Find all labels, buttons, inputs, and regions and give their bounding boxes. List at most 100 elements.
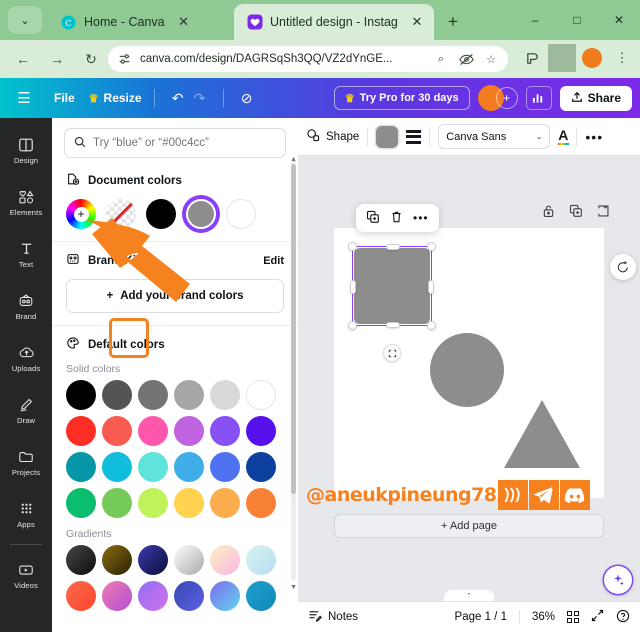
resize-handle-bottom-center[interactable] — [386, 322, 400, 328]
grid-view-icon[interactable] — [567, 611, 579, 623]
maximize-button[interactable]: □ — [556, 0, 598, 40]
gradient-color-swatch[interactable] — [174, 581, 204, 611]
browser-tab-home-canva[interactable]: C Home - Canva ✕ — [48, 4, 230, 40]
solid-color-swatch[interactable] — [66, 380, 96, 410]
sidebar-item-apps[interactable]: Apps — [0, 488, 52, 540]
solid-color-swatch[interactable] — [174, 380, 204, 410]
undo-icon[interactable]: ↶ — [167, 87, 189, 109]
solid-color-swatch[interactable] — [66, 452, 96, 482]
expand-icon[interactable] — [597, 204, 610, 221]
redo-icon[interactable]: ↷ — [189, 87, 211, 109]
sidebar-item-design[interactable]: Design — [0, 124, 52, 176]
panel-scrollbar[interactable] — [291, 160, 296, 580]
sidebar-item-brand[interactable]: Brand — [0, 280, 52, 332]
solid-color-swatch[interactable] — [210, 452, 240, 482]
solid-color-swatch[interactable] — [246, 452, 276, 482]
solid-color-swatch[interactable] — [246, 380, 276, 410]
magic-sparkle-icon[interactable] — [604, 566, 632, 594]
resize-handle-bottom-left[interactable] — [348, 321, 357, 330]
reload-button[interactable]: ↻ — [76, 44, 106, 74]
solid-color-swatch[interactable] — [66, 488, 96, 518]
gradient-color-swatch[interactable] — [174, 545, 204, 575]
solid-color-swatch[interactable] — [174, 488, 204, 518]
resize-button[interactable]: ♛ Resize — [89, 91, 142, 105]
scrollbar-thumb[interactable] — [291, 164, 296, 494]
hamburger-menu-icon[interactable]: ☰ — [14, 89, 34, 107]
design-canvas-page[interactable] — [334, 228, 604, 498]
fill-color-button[interactable] — [376, 125, 399, 148]
resize-handle-top-left[interactable] — [348, 242, 357, 251]
solid-color-swatch[interactable] — [138, 416, 168, 446]
invite-members-button[interactable]: + — [495, 87, 518, 109]
scroll-up-arrow-icon[interactable]: ▲ — [290, 156, 297, 163]
tab-close-icon[interactable]: ✕ — [407, 12, 427, 32]
shape-tool-button[interactable]: Shape — [306, 128, 359, 145]
solid-color-swatch[interactable] — [210, 488, 240, 518]
color-search-box[interactable] — [64, 128, 286, 158]
address-bar[interactable]: canva.com/design/DAGRSqSh3QQ/VZ2dYnGE...… — [108, 46, 508, 72]
gradient-color-swatch[interactable] — [102, 581, 132, 611]
bookmark-star-icon[interactable]: ☆ — [482, 50, 500, 68]
white-swatch[interactable] — [226, 199, 256, 229]
gradient-color-swatch[interactable] — [210, 581, 240, 611]
gradient-color-swatch[interactable] — [210, 545, 240, 575]
profile-avatar[interactable] — [578, 44, 606, 72]
solid-color-swatch[interactable] — [102, 416, 132, 446]
share-button[interactable]: Share — [559, 85, 632, 111]
new-tab-button[interactable]: + — [440, 9, 466, 35]
line-style-icon[interactable] — [406, 129, 422, 144]
sidebar-item-projects[interactable]: Projects — [0, 436, 52, 488]
gradient-color-swatch[interactable] — [138, 545, 168, 575]
font-family-select[interactable]: Canva Sans ⌄ — [438, 124, 551, 149]
file-menu-button[interactable]: File — [54, 91, 75, 105]
solid-color-swatch[interactable] — [138, 452, 168, 482]
gradient-color-swatch[interactable] — [66, 581, 96, 611]
brand-kit-edit-button[interactable]: Edit — [263, 255, 284, 267]
more-options-icon[interactable]: ••• — [585, 129, 603, 145]
insights-icon[interactable] — [525, 86, 552, 110]
browser-menu-icon[interactable]: ⋮ — [608, 44, 636, 72]
resize-handle-middle-left[interactable] — [350, 280, 356, 294]
solid-color-swatch[interactable] — [102, 488, 132, 518]
sidebar-item-elements[interactable]: Elements — [0, 176, 52, 228]
solid-color-swatch[interactable] — [246, 416, 276, 446]
back-button[interactable]: ← — [8, 44, 38, 74]
forward-button[interactable]: → — [42, 44, 72, 74]
hide-icon[interactable] — [457, 50, 475, 68]
browser-tab-untitled-design[interactable]: Untitled design - Instagram ✕ — [234, 4, 434, 40]
fullscreen-icon[interactable] — [591, 609, 604, 625]
scroll-down-arrow-icon[interactable]: ▼ — [290, 584, 297, 591]
solid-color-swatch[interactable] — [210, 380, 240, 410]
close-window-button[interactable]: ✕ — [598, 0, 640, 40]
duplicate-icon[interactable] — [569, 204, 583, 221]
gradient-color-swatch[interactable] — [246, 545, 276, 575]
cloud-save-icon[interactable]: ⊘ — [236, 87, 258, 109]
solid-color-swatch[interactable] — [246, 488, 276, 518]
solid-color-swatch[interactable] — [138, 380, 168, 410]
help-icon[interactable] — [616, 609, 630, 626]
duplicate-icon[interactable] — [366, 210, 380, 227]
sidebar-item-videos[interactable]: Videos — [0, 549, 52, 601]
gradient-color-swatch[interactable] — [138, 581, 168, 611]
more-options-icon[interactable]: ••• — [413, 211, 429, 225]
solid-color-swatch[interactable] — [138, 488, 168, 518]
gradient-color-swatch[interactable] — [102, 545, 132, 575]
search-icon[interactable]: ⌕ — [432, 50, 450, 68]
lock-icon[interactable] — [542, 204, 555, 221]
gradient-color-swatch[interactable] — [66, 545, 96, 575]
solid-color-swatch[interactable] — [174, 416, 204, 446]
collapse-panel-handle[interactable]: ⌃ — [444, 590, 494, 601]
resize-handle-bottom-right[interactable] — [427, 321, 436, 330]
site-settings-icon[interactable] — [116, 50, 134, 68]
tab-search-chevron-icon[interactable]: ⌄ — [8, 6, 42, 34]
notes-button[interactable]: Notes — [308, 609, 358, 625]
solid-color-swatch[interactable] — [210, 416, 240, 446]
sidebar-item-uploads[interactable]: Uploads — [0, 332, 52, 384]
gradient-color-swatch[interactable] — [246, 581, 276, 611]
text-color-button[interactable]: A — [558, 128, 570, 145]
comment-icon[interactable] — [610, 254, 636, 280]
resize-handle-middle-right[interactable] — [428, 280, 434, 294]
tab-close-icon[interactable]: ✕ — [174, 12, 194, 32]
sidebar-item-draw[interactable]: Draw — [0, 384, 52, 436]
solid-color-swatch[interactable] — [174, 452, 204, 482]
